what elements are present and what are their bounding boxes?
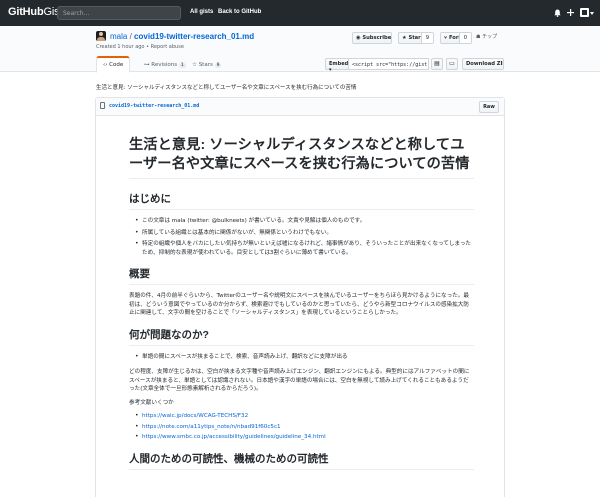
- gist-title: mala / covid19-twitter-research_01.md: [110, 32, 254, 41]
- references-label: 参考文献いくつか: [129, 399, 174, 406]
- eye-icon: ◉: [356, 35, 361, 41]
- problem-paragraph: どの程度、支障が生じるかは、空白が挟まる文字種や音声読み上げエンジン、翻訳エンジ…: [129, 369, 470, 392]
- report-abuse-link[interactable]: Report abuse: [151, 44, 184, 50]
- owner-link[interactable]: mala: [110, 32, 127, 41]
- section-readability-heading: 人間のための可読性、機械のための可読性: [129, 451, 474, 470]
- list-item: 単語の間にスペースが挟まることで、検索、音声読み上げ、翻訳などに支障が出る: [129, 353, 474, 362]
- tab-stars[interactable]: ☆ Stars 9: [186, 58, 227, 73]
- star-label: Star: [408, 35, 421, 41]
- plus-icon[interactable]: [567, 9, 574, 16]
- reference-link[interactable]: https://waic.jp/docs/WCAG-TECHS/F32: [142, 413, 248, 419]
- stars-count: 9: [214, 63, 222, 68]
- tab-revisions[interactable]: ⊶ Revisions 1: [138, 58, 192, 73]
- gist-meta: Created 1 hour ago • Report abuse: [96, 44, 184, 50]
- markdown-body: 生活と意見: ソーシャルディスタンスなどと称してユーザー名や文章にスペースを挟む…: [129, 136, 474, 470]
- gist-header: [0, 26, 600, 72]
- embed-url-input[interactable]: <script src="https://gist.github.com/mal…: [349, 58, 429, 70]
- open-desktop-button[interactable]: ▭: [446, 58, 458, 70]
- chip-label: チップ: [482, 34, 498, 40]
- search-input[interactable]: Search...: [57, 6, 181, 20]
- raw-button[interactable]: Raw: [479, 101, 499, 113]
- reference-link[interactable]: https://www.smbc.co.jp/accessibility/gui…: [142, 434, 326, 440]
- list-item: https://waic.jp/docs/WCAG-TECHS/F32: [129, 412, 474, 421]
- tab-code[interactable]: ‹› Code: [96, 56, 131, 73]
- avatar-icon[interactable]: [580, 8, 589, 17]
- caret-down-icon[interactable]: [590, 12, 594, 15]
- subscribe-button[interactable]: ◉ Subscribe: [352, 32, 392, 44]
- section-problem-heading: 何が問題なのか?: [129, 327, 474, 346]
- code-icon: ‹›: [103, 62, 108, 68]
- list-item: https://note.com/a11ytips_note/n/nbad91f…: [129, 423, 474, 432]
- references-list: https://waic.jp/docs/WCAG-TECHS/F32 http…: [129, 412, 474, 442]
- tab-revisions-label: Revisions: [151, 62, 178, 68]
- bell-icon[interactable]: [554, 9, 561, 17]
- section-intro-heading: はじめに: [129, 191, 474, 210]
- top-nav: GitHubGist Search... All gists Back to G…: [0, 0, 600, 26]
- reference-link[interactable]: https://note.com/a11ytips_note/n/nbad91f…: [142, 424, 281, 430]
- chip-link[interactable]: ☗ チップ: [476, 33, 497, 40]
- document-title: 生活と意見: ソーシャルディスタンスなどと称してユーザー名や文章にスペースを挟む…: [129, 136, 474, 179]
- embed-label: Embed: [329, 61, 349, 67]
- copy-clipboard-button[interactable]: ▤: [431, 58, 443, 70]
- problem-list: 単語の間にスペースが挟まることで、検索、音声読み上げ、翻訳などに支障が出る: [129, 353, 474, 362]
- list-item: 特定の組織や個人をバカにしたい気持ちが無いといえば嘘になるけれど、諸事情があり、…: [129, 240, 474, 257]
- subscribe-label: Subscribe: [362, 35, 392, 41]
- tab-stars-label: Stars: [198, 62, 213, 68]
- embed-select[interactable]: Embed ▾: [325, 58, 349, 73]
- revisions-icon: ⊶: [144, 62, 150, 68]
- star-count: 9: [420, 33, 433, 43]
- all-gists-link[interactable]: All gists: [190, 9, 213, 15]
- list-item: 所属している組織とは基本的に関係がないが、無関係というわけでもない。: [129, 229, 474, 238]
- github-gist-logo[interactable]: GitHubGist: [8, 6, 62, 18]
- fork-icon: ⑂: [444, 35, 448, 41]
- created-time: Created 1 hour ago: [96, 44, 145, 50]
- gist-name-link[interactable]: covid19-twitter-research_01.md: [134, 32, 254, 41]
- list-item: https://www.smbc.co.jp/accessibility/gui…: [129, 433, 474, 442]
- download-zip-button[interactable]: Download ZIP: [462, 58, 504, 70]
- section-overview-heading: 概要: [129, 266, 474, 285]
- file-header: covid19-twitter-research_01.md Raw: [96, 98, 504, 116]
- owner-avatar[interactable]: [96, 31, 106, 41]
- star-button[interactable]: ★ Star 9: [398, 32, 434, 44]
- tab-code-label: Code: [109, 62, 124, 68]
- list-item: この文章は mala (twitter: @bulkneets) が書いている。…: [129, 217, 474, 226]
- title-separator: /: [129, 32, 132, 41]
- chip-icon: ☗: [476, 34, 481, 40]
- desktop-icon: ▭: [449, 60, 455, 67]
- file-box: covid19-twitter-research_01.md Raw 生活と意見…: [95, 97, 505, 497]
- star-icon: ★: [402, 35, 407, 41]
- gist-description: 生活と意見: ソーシャルディスタンスなどと称してユーザー名や文章にスペースを挟む…: [96, 85, 357, 91]
- fork-button[interactable]: ⑂ Fork 0: [440, 32, 472, 44]
- revisions-count: 1: [178, 63, 186, 68]
- fork-count: 0: [458, 33, 471, 43]
- overview-paragraph: 表題の件、4月の前半ぐらいから、Twitterのユーザー名や説明文にスペースを挟…: [129, 293, 469, 316]
- logo-github-text: GitHub: [8, 6, 44, 18]
- back-to-github-link[interactable]: Back to GitHub: [218, 9, 261, 15]
- tab-star-icon: ☆: [192, 62, 197, 68]
- file-icon: [100, 102, 105, 109]
- file-name-link[interactable]: covid19-twitter-research_01.md: [109, 103, 199, 109]
- clipboard-icon: ▤: [434, 60, 440, 67]
- intro-list: この文章は mala (twitter: @bulkneets) が書いている。…: [129, 217, 474, 257]
